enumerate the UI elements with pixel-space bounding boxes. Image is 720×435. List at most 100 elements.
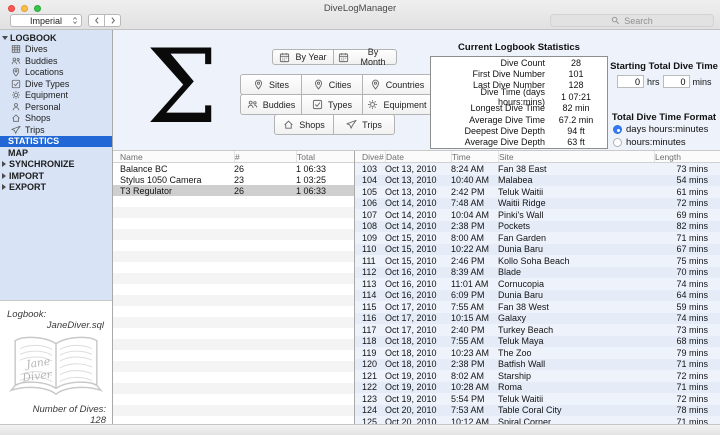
- equipment-row[interactable]: T3 Regulator261 06:33: [113, 185, 354, 196]
- empty-row: [113, 405, 354, 416]
- disclosure-closed-icon[interactable]: [2, 173, 6, 179]
- dive-row-122[interactable]: 122Oct 19, 201010:28 AMRoma71 mins: [355, 382, 720, 394]
- sidebar-item-locations[interactable]: Locations: [0, 67, 112, 79]
- button-label: By Month: [354, 47, 392, 67]
- dive-row-106[interactable]: 106Oct 14, 20107:48 AMWaitii Ridge72 min…: [355, 198, 720, 210]
- house-icon: [11, 113, 21, 123]
- by-year-button[interactable]: By Year: [272, 49, 334, 65]
- types-button[interactable]: Types: [301, 94, 363, 115]
- sidebar-item-equipment[interactable]: Equipment: [0, 90, 112, 102]
- cell-date: Oct 18, 2010: [385, 359, 451, 369]
- equipment-button[interactable]: Equipment: [362, 94, 432, 115]
- calendar-icon: [279, 52, 290, 63]
- equipment-row[interactable]: Stylus 1050 Camera231 03:25: [113, 174, 354, 185]
- sidebar-item-personal[interactable]: Personal: [0, 101, 112, 113]
- column-header-date[interactable]: Date: [385, 151, 451, 162]
- column-header-[interactable]: #: [234, 151, 296, 162]
- buddies-button[interactable]: Buddies: [240, 94, 302, 115]
- dive-row-108[interactable]: 108Oct 14, 20102:38 PMPockets82 mins: [355, 221, 720, 233]
- sites-button[interactable]: Sites: [240, 74, 302, 95]
- dive-row-118[interactable]: 118Oct 18, 20107:55 AMTeluk Maya68 mins: [355, 336, 720, 348]
- sidebar-item-shops[interactable]: Shops: [0, 113, 112, 125]
- sidebar-item-export[interactable]: EXPORT: [0, 182, 112, 194]
- dive-row-115[interactable]: 115Oct 17, 20107:55 AMFan 38 West59 mins: [355, 301, 720, 313]
- cell-site: Galaxy: [498, 313, 654, 323]
- button-label: Countries: [386, 80, 425, 90]
- back-button[interactable]: [88, 14, 105, 27]
- countries-button[interactable]: Countries: [362, 74, 432, 95]
- dive-row-103[interactable]: 103Oct 13, 20108:24 AMFan 38 East73 mins: [355, 163, 720, 175]
- dive-row-120[interactable]: 120Oct 18, 20102:38 PMBatfish Wall71 min…: [355, 359, 720, 371]
- dive-row-116[interactable]: 116Oct 17, 201010:15 AMGalaxy74 mins: [355, 313, 720, 325]
- sidebar-item-synchronize[interactable]: SYNCHRONIZE: [0, 159, 112, 171]
- sidebar-item-statistics[interactable]: STATISTICS: [0, 136, 112, 148]
- cell-date: Oct 13, 2010: [385, 164, 451, 174]
- starting-minutes-input[interactable]: [663, 75, 690, 88]
- forward-button[interactable]: [104, 14, 121, 27]
- empty-row: [113, 317, 354, 328]
- dive-row-104[interactable]: 104Oct 13, 201010:40 AMMalabea54 mins: [355, 175, 720, 187]
- search-input[interactable]: Search: [550, 14, 714, 27]
- dive-row-111[interactable]: 111Oct 15, 20102:46 PMKollo Soha Beach75…: [355, 255, 720, 267]
- column-header-total[interactable]: Total: [296, 151, 354, 162]
- chevron-left-icon: [94, 16, 100, 25]
- disclosure-open-icon[interactable]: [2, 36, 8, 40]
- dive-row-110[interactable]: 110Oct 15, 201010:22 AMDunia Baru67 mins: [355, 244, 720, 256]
- sidebar-item-map[interactable]: MAP: [0, 147, 112, 159]
- search-icon: [611, 16, 620, 25]
- column-header-length[interactable]: Length: [654, 151, 720, 162]
- stat-value: 1 07:21: [545, 92, 607, 102]
- dive-row-117[interactable]: 117Oct 17, 20102:40 PMTurkey Beach73 min…: [355, 324, 720, 336]
- sidebar-item-logbook[interactable]: LOGBOOK: [0, 32, 112, 44]
- sidebar-item-buddies[interactable]: Buddies: [0, 55, 112, 67]
- sidebar-item-dive-types[interactable]: Dive Types: [0, 78, 112, 90]
- stat-value: 128: [545, 80, 607, 90]
- disclosure-closed-icon[interactable]: [2, 184, 6, 190]
- radio-button[interactable]: [613, 125, 622, 134]
- dive-row-119[interactable]: 119Oct 18, 201010:23 AMThe Zoo79 mins: [355, 347, 720, 359]
- empty-row: [113, 361, 354, 372]
- radio-option-days-hours-minutes[interactable]: days hours:minutes: [613, 123, 708, 136]
- dive-row-113[interactable]: 113Oct 16, 201011:01 AMCornucopia74 mins: [355, 278, 720, 290]
- dive-row-121[interactable]: 121Oct 19, 20108:02 AMStarship72 mins: [355, 370, 720, 382]
- shops-button[interactable]: Shops: [274, 114, 334, 135]
- radio-option-hours-minutes[interactable]: hours:minutes: [613, 136, 708, 149]
- dive-row-123[interactable]: 123Oct 19, 20105:54 PMTeluk Waitii72 min…: [355, 393, 720, 405]
- button-label: Types: [328, 100, 352, 110]
- dive-row-105[interactable]: 105Oct 13, 20102:42 PMTeluk Waitii61 min…: [355, 186, 720, 198]
- cell-site: Pinki's Wall: [498, 210, 654, 220]
- trips-button[interactable]: Trips: [333, 114, 395, 135]
- column-header-site[interactable]: Site: [498, 151, 654, 162]
- column-header-name[interactable]: Name: [113, 151, 234, 162]
- column-header-time[interactable]: Time: [451, 151, 498, 162]
- empty-row: [113, 416, 354, 424]
- sidebar-item-dives[interactable]: Dives: [0, 44, 112, 56]
- button-label: Equipment: [383, 100, 426, 110]
- cell-length: 61 mins: [654, 187, 720, 197]
- cell-time: 10:28 AM: [451, 382, 498, 392]
- dive-row-124[interactable]: 124Oct 20, 20107:53 AMTable Coral City78…: [355, 405, 720, 417]
- units-dropdown[interactable]: Imperial: [10, 14, 82, 27]
- cell-site: Spiral Corner: [498, 417, 654, 424]
- cities-button[interactable]: Cities: [301, 74, 363, 95]
- pin-icon: [253, 79, 264, 90]
- titlebar: DiveLogManager Imperial Search: [0, 0, 720, 30]
- radio-button[interactable]: [613, 138, 622, 147]
- equipment-row[interactable]: Balance BC261 06:33: [113, 163, 354, 174]
- by-month-button[interactable]: By Month: [333, 49, 397, 65]
- column-header-dive[interactable]: Dive#: [355, 151, 385, 162]
- buddies-icon: [247, 99, 258, 110]
- sidebar-item-import[interactable]: IMPORT: [0, 170, 112, 182]
- dive-row-107[interactable]: 107Oct 14, 201010:04 AMPinki's Wall69 mi…: [355, 209, 720, 221]
- dive-row-109[interactable]: 109Oct 15, 20108:00 AMFan Garden71 mins: [355, 232, 720, 244]
- dive-row-125[interactable]: 125Oct 20, 201010:12 AMSpiral Corner71 m…: [355, 416, 720, 424]
- stat-value: 28: [545, 58, 607, 68]
- sidebar-item-trips[interactable]: Trips: [0, 124, 112, 136]
- cell-time: 11:01 AM: [451, 279, 498, 289]
- disclosure-closed-icon[interactable]: [2, 161, 6, 167]
- stepper-icon: [72, 16, 79, 26]
- dive-row-114[interactable]: 114Oct 16, 20106:09 PMDunia Baru64 mins: [355, 290, 720, 302]
- cell-date: Oct 15, 2010: [385, 233, 451, 243]
- dive-row-112[interactable]: 112Oct 16, 20108:39 AMBlade70 mins: [355, 267, 720, 279]
- starting-hours-input[interactable]: [617, 75, 644, 88]
